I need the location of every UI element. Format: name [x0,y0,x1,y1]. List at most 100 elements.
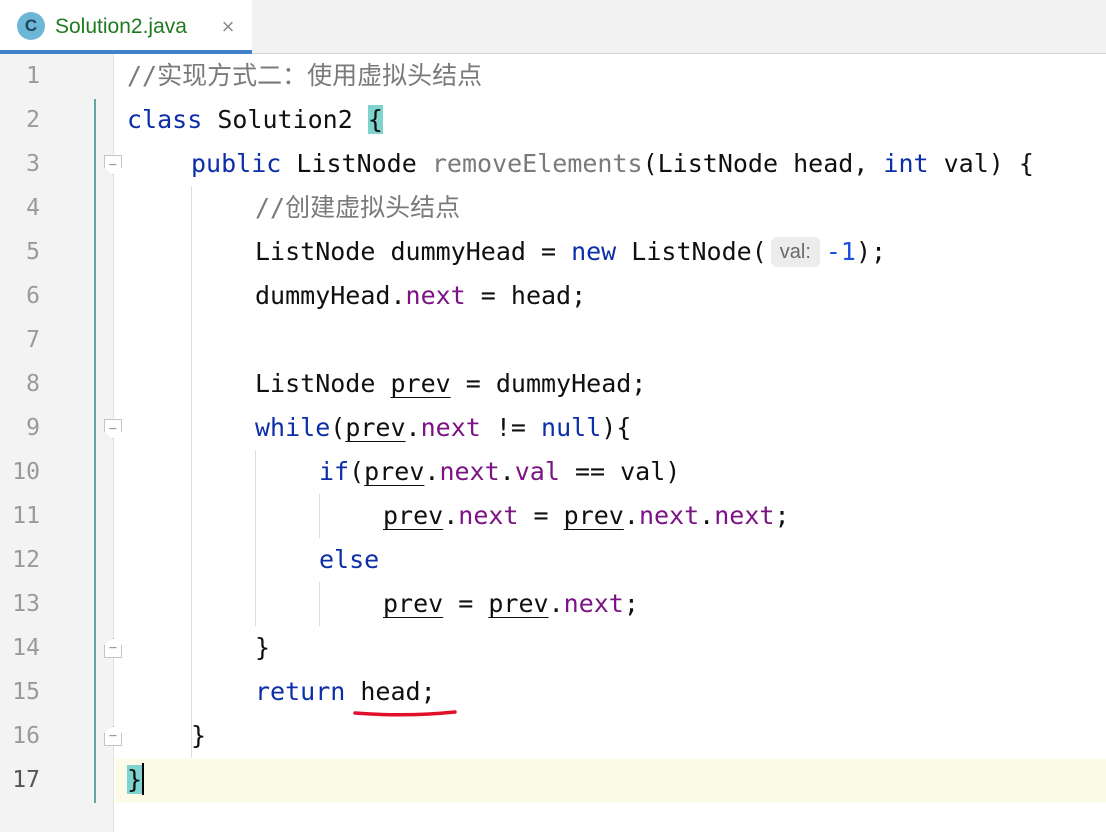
code-text: dummyHead. [255,281,406,310]
keyword-while: while [255,413,331,442]
close-icon[interactable]: × [216,12,240,42]
code-text: ; [623,589,639,618]
code-text: != [480,413,542,442]
code-text: ); [855,237,887,266]
code-text: . [699,501,715,530]
current-line-highlight [115,759,1106,803]
line-number: 15 [12,679,40,705]
code-text: val) { [928,149,1034,178]
variable-prev: prev [488,589,549,618]
code-line-17: } [127,758,145,802]
code-line-3: public ListNode removeElements(ListNode … [191,142,1034,186]
keyword-if: if [319,457,350,486]
keyword-null: null [541,413,602,442]
code-line-8: ListNode prev = dummyHead; [255,362,646,406]
return-type: ListNode [296,149,417,178]
field-next: next [439,457,500,486]
keyword-return: return [255,677,346,706]
line-number: 4 [26,195,40,221]
code-text: ( [349,457,365,486]
code-text: ListNode [255,369,391,398]
code-text: = [518,501,564,530]
code-text: ; [774,501,790,530]
keyword-int: int [883,149,929,178]
code-editor[interactable]: //实现方式二：使用虚拟头结点 class Solution2 { public… [115,54,1106,832]
code-text: . [499,457,515,486]
field-val: val [514,457,560,486]
number-literal: -1 [825,237,856,266]
variable-prev: prev [563,501,624,530]
indent-guide [255,450,256,626]
code-line-16: } [191,714,206,758]
line-number: 16 [12,723,40,749]
code-line-13: prev = prev.next; [383,582,639,626]
code-line-6: dummyHead.next = head; [255,274,586,318]
code-line-5: ListNode dummyHead = new ListNode(val: -1… [255,230,886,274]
line-number: 9 [26,415,40,441]
code-line-14: } [255,626,270,670]
line-number-gutter[interactable]: 1 2 3 4 5 6 7 8 9 10 11 12 13 14 15 16 1… [0,54,114,832]
code-text: (ListNode head, [642,149,884,178]
field-next: next [714,501,775,530]
code-text: = [443,589,489,618]
code-line-9: while(prev.next != null){ [255,406,631,450]
code-text: == val) [559,457,681,486]
variable-prev: prev [345,413,406,442]
code-text: . [548,589,564,618]
tab-solution2-java[interactable]: C Solution2.java × [0,0,252,54]
code-text: ListNode dummyHead = [255,237,572,266]
line-number: 8 [26,371,40,397]
return-value: head; [360,677,436,706]
field-next: next [405,281,466,310]
code-line-11: prev.next = prev.next.next; [383,494,790,538]
text-caret [142,763,145,795]
method-name: removeElements [431,149,643,178]
editor-tab-bar: C Solution2.java × [0,0,1106,54]
code-line-2: class Solution2 { [127,98,383,142]
matched-brace: } [127,765,143,794]
code-text: ListNode( [616,237,767,266]
variable-prev: prev [364,457,425,486]
matched-brace: { [367,105,383,134]
code-text: . [623,501,639,530]
closing-brace: } [191,721,207,750]
line-number: 5 [26,239,40,265]
code-text: ){ [601,413,632,442]
line-number: 11 [12,503,40,529]
code-line-12: else [319,538,379,582]
line-number-current: 17 [12,767,40,793]
line-number: 7 [26,327,40,353]
line-number: 2 [26,107,40,133]
line-number: 12 [12,547,40,573]
line-number: 1 [26,63,40,89]
indent-guide [319,494,320,538]
variable-prev: prev [383,589,444,618]
variable-prev: prev [383,501,444,530]
keyword-else: else [319,545,380,574]
code-text: . [443,501,459,530]
code-text: . [405,413,421,442]
line-number: 10 [12,459,40,485]
code-text: . [424,457,440,486]
tab-file-name: Solution2.java [55,15,187,38]
line-number: 6 [26,283,40,309]
code-line-4: //创建虚拟头结点 [255,186,460,230]
variable-prev: prev [390,369,451,398]
indent-guide [319,582,320,626]
indent-guide [191,186,192,758]
code-comment: //实现方式二：使用虚拟头结点 [127,61,483,90]
class-name: Solution2 [217,105,353,134]
code-text: ( [330,413,346,442]
keyword-class: class [127,105,203,134]
parameter-hint: val: [770,237,820,267]
field-next: next [563,589,624,618]
closing-brace: } [255,633,271,662]
field-next: next [420,413,481,442]
code-line-1: //实现方式二：使用虚拟头结点 [127,54,482,98]
keyword-public: public [191,149,282,178]
code-text: = dummyHead; [450,369,647,398]
annotation-underline [353,710,457,717]
java-class-icon: C [17,12,45,40]
class-scope-indicator [94,99,96,803]
